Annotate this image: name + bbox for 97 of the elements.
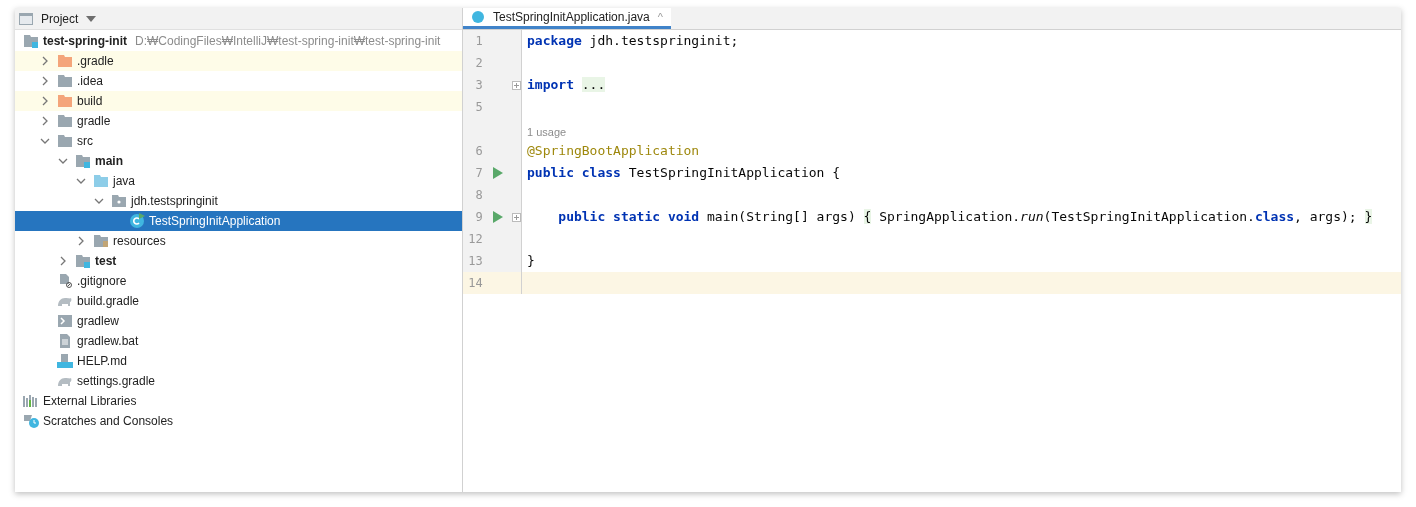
- item-label: main: [95, 153, 123, 170]
- chevron-down-icon[interactable]: [58, 156, 68, 166]
- panel-title[interactable]: Project: [41, 9, 79, 28]
- fold-icon[interactable]: [512, 80, 521, 90]
- folder-icon: [57, 74, 73, 88]
- tree-item[interactable]: Scratches and Consoles: [15, 411, 462, 431]
- libraries-icon: [23, 394, 39, 408]
- chevron-down-icon[interactable]: [40, 136, 50, 146]
- item-label: Scratches and Consoles: [43, 413, 174, 430]
- ignored-file-icon: [57, 274, 73, 288]
- chevron-down-icon[interactable]: [94, 196, 104, 206]
- folder-icon: [57, 114, 73, 128]
- tree-item[interactable]: java: [15, 171, 462, 191]
- line-number: 13: [467, 253, 484, 270]
- folder-icon: [57, 54, 73, 68]
- caret-icon[interactable]: [86, 15, 97, 22]
- line-number: 3: [474, 77, 484, 94]
- item-label: .gradle: [77, 53, 114, 70]
- code-line: import ...: [527, 76, 606, 94]
- line-number: 7: [474, 165, 484, 182]
- folder-icon: [93, 174, 109, 188]
- item-label: test: [95, 253, 117, 270]
- package-icon: [111, 194, 127, 208]
- item-label: jdh.testspringinit: [131, 193, 218, 210]
- code-line: public static void main(String[] args) { SpringApplication.run(TestSpringInitApplication.class, args); }: [557, 208, 1373, 226]
- chevron-right-icon[interactable]: [40, 116, 50, 126]
- item-label: gradle: [77, 113, 111, 130]
- chevron-right-icon[interactable]: [40, 76, 50, 86]
- chevron-right-icon[interactable]: [40, 56, 50, 66]
- window-icon: [19, 12, 33, 25]
- line-number: 2: [474, 55, 484, 72]
- tree-item[interactable]: main: [15, 151, 462, 171]
- line-number: 6: [474, 143, 484, 160]
- tree-item[interactable]: test-spring-init D:₩CodingFiles₩IntelliJ₩test-spring-init₩test-spring-init: [15, 31, 462, 51]
- tree-item[interactable]: .idea: [15, 71, 462, 91]
- tree-item[interactable]: TestSpringInitApplication: [15, 211, 462, 231]
- line-number: 9: [474, 209, 484, 226]
- usage-hint[interactable]: 1 usage: [527, 123, 567, 140]
- line-number: 14: [467, 275, 484, 292]
- item-label: test-spring-init: [43, 33, 127, 50]
- class-icon: [129, 213, 145, 229]
- item-label: resources: [113, 233, 166, 250]
- line-number: 5: [474, 99, 484, 116]
- code-line: public class TestSpringInitApplication {: [527, 164, 841, 182]
- markdown-file-icon: [57, 354, 73, 368]
- item-label: gradlew: [77, 313, 120, 330]
- editor-tab[interactable]: TestSpringInitApplication.java ^: [463, 8, 671, 29]
- item-label: TestSpringInitApplication: [149, 213, 281, 230]
- item-label: HELP.md: [77, 353, 127, 370]
- run-icon[interactable]: [493, 211, 504, 223]
- code-line: @SpringBootApplication: [527, 142, 700, 160]
- item-label: External Libraries: [43, 393, 137, 410]
- scratches-icon: [23, 414, 39, 428]
- item-label: settings.gradle: [77, 373, 156, 390]
- tree-item[interactable]: gradlew.bat: [15, 331, 462, 351]
- class-icon: [471, 10, 485, 24]
- code-line: }: [527, 252, 535, 270]
- module-folder-icon: [75, 254, 91, 268]
- chevron-right-icon[interactable]: [40, 96, 50, 106]
- folder-icon: [57, 94, 73, 108]
- item-label: .idea: [77, 73, 104, 90]
- tree-item[interactable]: resources: [15, 231, 462, 251]
- tree-item[interactable]: External Libraries: [15, 391, 462, 411]
- item-label: .gitignore: [77, 273, 127, 290]
- tree-item[interactable]: gradle: [15, 111, 462, 131]
- chevron-right-icon[interactable]: [58, 256, 68, 266]
- item-label: src: [77, 133, 93, 150]
- text-file-icon: [57, 334, 73, 348]
- chevron-right-icon[interactable]: [76, 236, 86, 246]
- tab-label: TestSpringInitApplication.java: [493, 9, 650, 26]
- tree-item[interactable]: HELP.md: [15, 351, 462, 371]
- item-label: build: [77, 93, 103, 110]
- folder-icon: [57, 134, 73, 148]
- resources-folder-icon: [93, 234, 109, 248]
- code-line: package jdh.testspringinit;: [527, 32, 739, 50]
- line-number: 1: [474, 33, 484, 50]
- item-label: java: [113, 173, 135, 190]
- item-label: gradlew.bat: [77, 333, 139, 350]
- item-path: D:₩CodingFiles₩IntelliJ₩test-spring-init₩test-spring-init: [135, 33, 441, 50]
- module-folder-icon: [23, 34, 39, 48]
- tree-item[interactable]: test: [15, 251, 462, 271]
- tree-item[interactable]: gradlew: [15, 311, 462, 331]
- tree-item[interactable]: build: [15, 91, 462, 111]
- item-label: build.gradle: [77, 293, 140, 310]
- line-number: 12: [467, 231, 484, 248]
- terminal-icon: [57, 314, 73, 328]
- tree-item[interactable]: jdh.testspringinit: [15, 191, 462, 211]
- tree-item[interactable]: src: [15, 131, 462, 151]
- tree-item[interactable]: settings.gradle: [15, 371, 462, 391]
- tree-item[interactable]: build.gradle: [15, 291, 462, 311]
- module-folder-icon: [75, 154, 91, 168]
- tree-item[interactable]: .gitignore: [15, 271, 462, 291]
- fold-icon[interactable]: [512, 212, 521, 222]
- tree-item[interactable]: .gradle: [15, 51, 462, 71]
- chevron-down-icon[interactable]: [76, 176, 86, 186]
- run-icon[interactable]: [493, 167, 504, 179]
- line-number: 8: [474, 187, 484, 204]
